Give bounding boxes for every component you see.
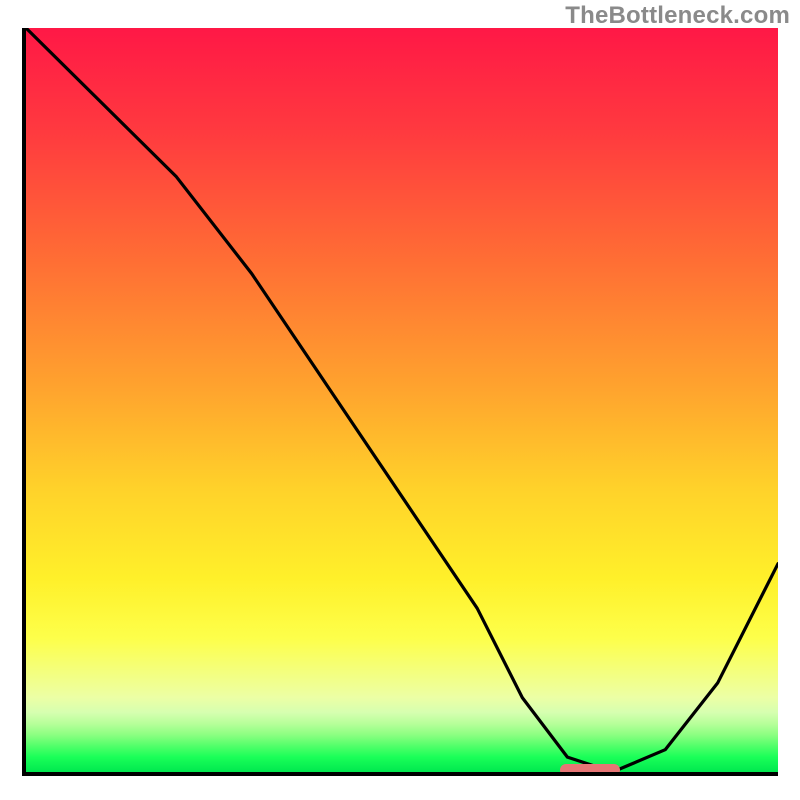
watermark-text: TheBottleneck.com	[565, 2, 790, 30]
plot-area	[22, 28, 778, 776]
chart-frame: TheBottleneck.com	[0, 0, 800, 800]
bottleneck-curve	[26, 28, 778, 772]
optimal-range-marker	[560, 764, 620, 776]
